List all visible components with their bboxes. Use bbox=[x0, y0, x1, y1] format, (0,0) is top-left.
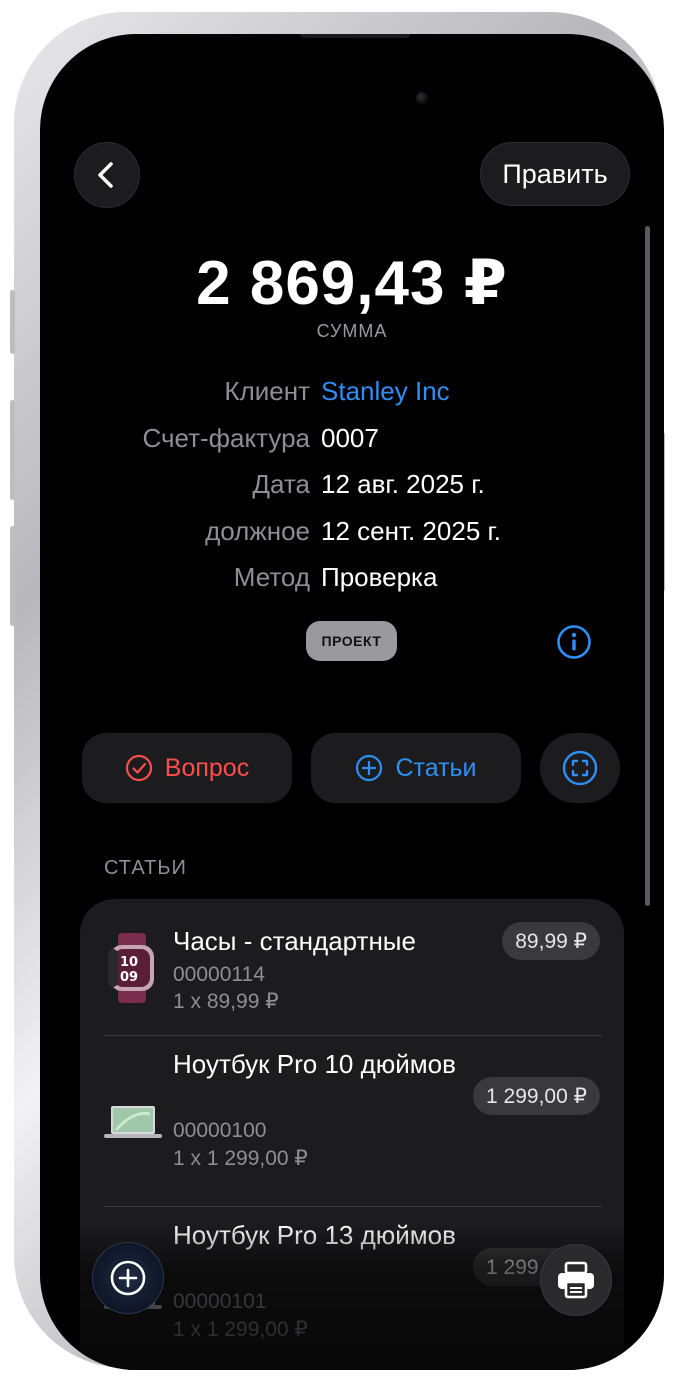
detail-label: должное bbox=[205, 515, 310, 546]
detail-label: Метод bbox=[233, 562, 310, 592]
invoice-total-label: СУММА bbox=[316, 321, 388, 341]
front-camera bbox=[416, 92, 428, 104]
item-quantity: 1 x 1 299,00 ₽ bbox=[173, 1147, 308, 1170]
phone-frame: Править 2 869,43 ₽ СУММА Клиент Stanley … bbox=[10, 12, 665, 1370]
detail-label: Счет-фактура bbox=[142, 422, 310, 453]
detail-value: Проверка bbox=[321, 562, 438, 592]
item-name: Ноутбук Pro 13 дюймов bbox=[173, 1220, 456, 1250]
printer-icon bbox=[558, 1261, 594, 1299]
watch-thumbnail: 10 09 bbox=[108, 933, 154, 1003]
invoice-details: Клиент Stanley Inc Счет-фактура 0007 Дат… bbox=[40, 368, 664, 601]
scan-icon bbox=[562, 750, 598, 786]
item-quantity: 1 x 1 299,00 ₽ bbox=[173, 1318, 308, 1341]
svg-text:09: 09 bbox=[120, 970, 138, 985]
status-badge: ПРОЕКТ bbox=[306, 621, 397, 661]
plus-circle-icon bbox=[356, 754, 383, 782]
item-sku: 00000114 bbox=[173, 963, 265, 986]
info-icon[interactable] bbox=[556, 624, 592, 660]
print-button[interactable] bbox=[540, 1244, 612, 1316]
detail-row-invoice: Счет-фактура 0007 bbox=[40, 415, 664, 462]
item-sku: 00000101 bbox=[173, 1290, 267, 1313]
checkmark-circle-icon bbox=[125, 754, 152, 782]
edit-button[interactable]: Править bbox=[480, 142, 630, 206]
scan-button[interactable] bbox=[540, 733, 620, 803]
item-name: Часы - стандартные bbox=[173, 926, 416, 956]
add-items-button-label: Статьи bbox=[395, 753, 477, 782]
detail-row-due: должное 12 сент. 2025 г. bbox=[40, 508, 664, 555]
detail-row-client: Клиент Stanley Inc bbox=[40, 368, 664, 415]
item-quantity: 1 x 89,99 ₽ bbox=[173, 990, 279, 1013]
add-items-button[interactable]: Статьи bbox=[311, 733, 521, 803]
item-name: Ноутбук Pro 10 дюймов bbox=[173, 1049, 456, 1079]
detail-row-date: Дата 12 авг. 2025 г. bbox=[40, 461, 664, 508]
detail-row-method: Метод Проверка bbox=[40, 554, 664, 601]
divider bbox=[104, 1035, 602, 1036]
chevron-left-icon bbox=[98, 162, 113, 188]
divider bbox=[104, 1206, 602, 1207]
detail-value: 12 сент. 2025 г. bbox=[321, 515, 502, 546]
items-list: 10 09 Часы - стандартные 00000114 1 x 89… bbox=[80, 899, 624, 1370]
item-price: 1 299,00 ₽ bbox=[473, 1077, 600, 1115]
issue-button-label: Вопрос bbox=[164, 753, 250, 782]
detail-value: 0007 bbox=[321, 422, 379, 453]
top-sensor bbox=[300, 34, 410, 38]
items-section-title: СТАТЬИ bbox=[104, 857, 187, 879]
volume-up-button bbox=[10, 400, 15, 500]
app-screen: Править 2 869,43 ₽ СУММА Клиент Stanley … bbox=[40, 34, 664, 1370]
item-price: 89,99 ₽ bbox=[502, 922, 600, 960]
add-button[interactable] bbox=[92, 1242, 164, 1314]
invoice-total: 2 869,43 ₽ bbox=[196, 249, 508, 318]
laptop-thumbnail bbox=[104, 1106, 162, 1138]
issue-button[interactable]: Вопрос bbox=[82, 733, 292, 803]
detail-value: 12 авг. 2025 г. bbox=[321, 469, 485, 499]
plus-icon bbox=[110, 1260, 146, 1296]
volume-down-button bbox=[10, 526, 15, 626]
detail-label: Клиент bbox=[224, 376, 310, 406]
action-button bbox=[10, 290, 15, 354]
detail-label: Дата bbox=[252, 469, 310, 499]
client-link[interactable]: Stanley Inc bbox=[321, 376, 450, 407]
svg-text:10: 10 bbox=[120, 955, 138, 970]
back-button[interactable] bbox=[74, 142, 140, 208]
item-sku: 00000100 bbox=[173, 1119, 267, 1142]
